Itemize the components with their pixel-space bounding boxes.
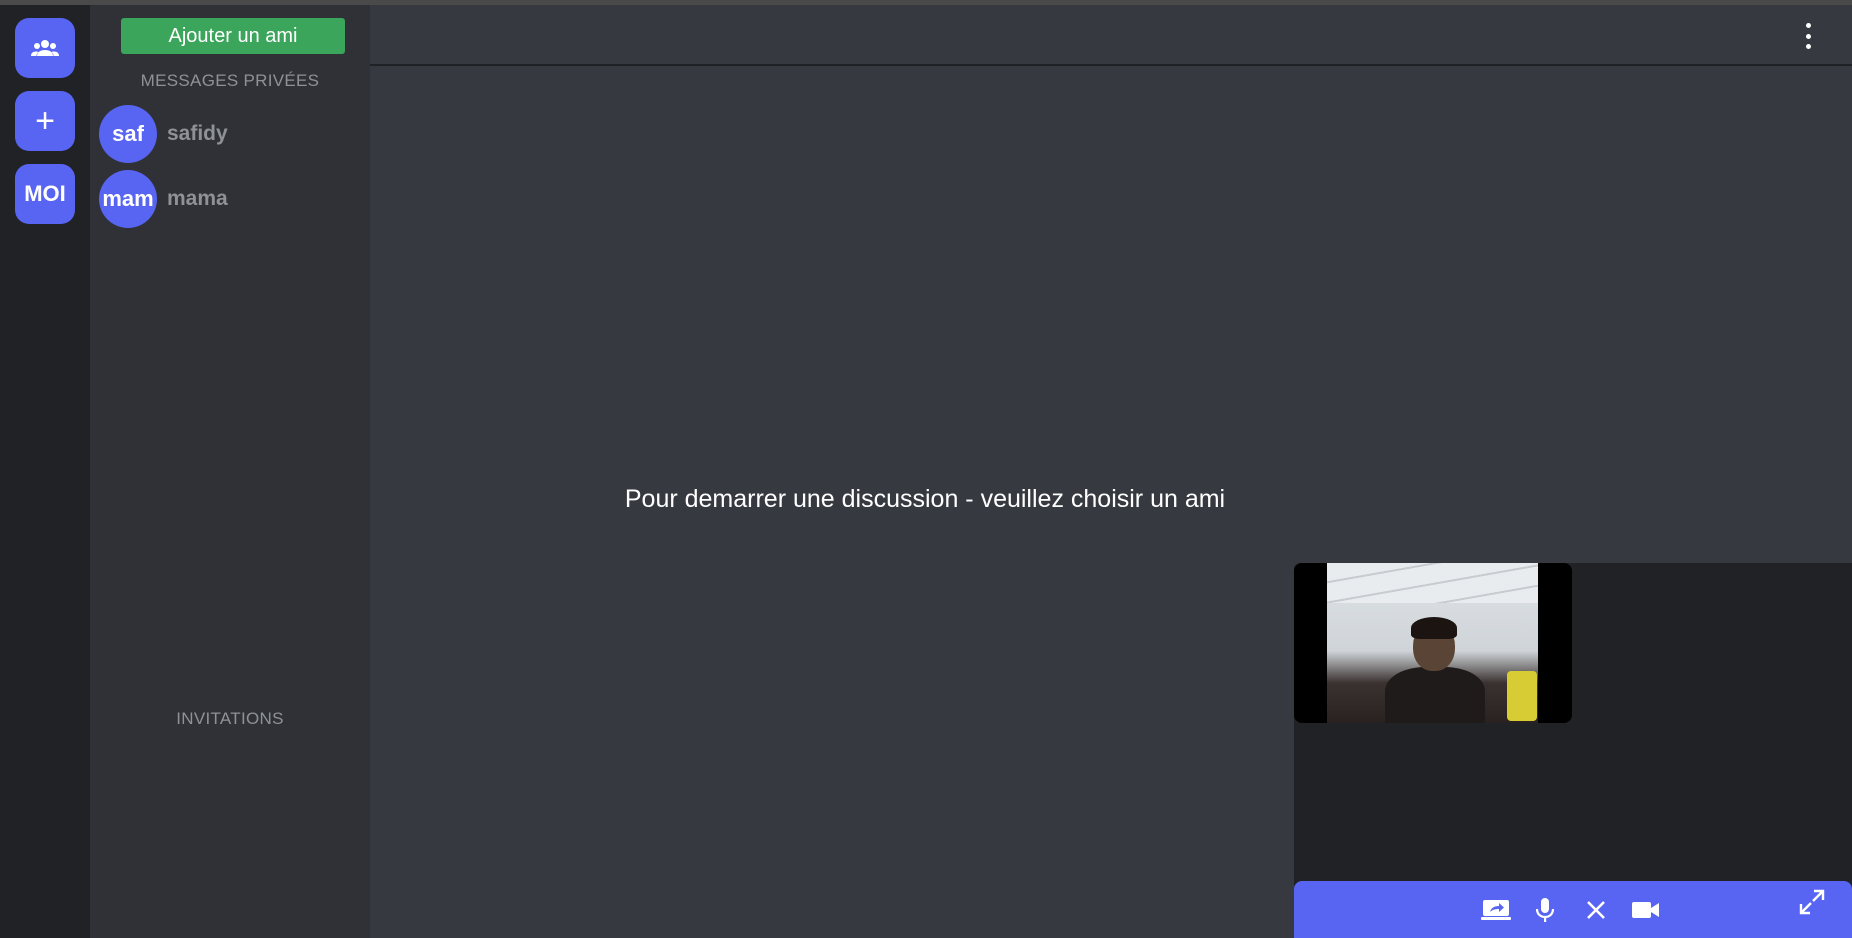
- direct-messages-panel: Ajouter un ami MESSAGES PRIVÉES saf safi…: [90, 5, 370, 938]
- feed-ceiling: [1327, 563, 1538, 603]
- plus-icon: +: [35, 101, 55, 140]
- microphone-icon: [1535, 898, 1555, 922]
- feed-person-body: [1385, 667, 1485, 723]
- avatar: mam: [99, 170, 157, 228]
- dm-item-name: safidy: [167, 122, 228, 145]
- menu-dot: [1805, 33, 1811, 39]
- feed-yellow-bag: [1507, 671, 1537, 721]
- hang-up-button[interactable]: [1580, 895, 1612, 925]
- camera-feed-image: [1327, 563, 1538, 723]
- main-header: [370, 5, 1852, 66]
- camera-icon: [1632, 902, 1659, 918]
- screen-share-button[interactable]: [1480, 895, 1512, 925]
- app-window: + MOI Ajouter un ami MESSAGES PRIVÉES sa…: [0, 0, 1852, 938]
- empty-state-message: Pour demarrer une discussion - veuillez …: [624, 485, 1226, 513]
- fullscreen-icon: [1799, 889, 1825, 915]
- video-preview: [1294, 563, 1572, 723]
- menu-dot: [1805, 44, 1811, 49]
- dm-item-safidy[interactable]: saf safidy: [99, 105, 228, 163]
- profile-label: MOI: [24, 181, 66, 206]
- people-group-icon: [31, 40, 59, 56]
- avatar: saf: [99, 105, 157, 163]
- add-server-button[interactable]: +: [15, 91, 75, 151]
- hang-up-icon: [1587, 901, 1605, 919]
- dm-item-mama[interactable]: mam mama: [99, 170, 228, 228]
- profile-button[interactable]: MOI: [15, 164, 75, 224]
- add-friend-button[interactable]: Ajouter un ami: [121, 18, 345, 54]
- friends-button[interactable]: [15, 18, 75, 78]
- call-controls-bar: [1294, 881, 1852, 938]
- kebab-menu-icon[interactable]: [1802, 23, 1814, 49]
- invitations-heading: INVITATIONS: [176, 709, 284, 728]
- menu-dot: [1805, 23, 1811, 28]
- dm-item-name: mama: [167, 187, 228, 210]
- feed-person-hair: [1411, 617, 1457, 639]
- microphone-button[interactable]: [1529, 895, 1561, 925]
- camera-button[interactable]: [1630, 895, 1662, 925]
- private-messages-heading: MESSAGES PRIVÉES: [140, 71, 320, 90]
- screen-share-icon: [1481, 900, 1511, 920]
- fullscreen-button[interactable]: [1796, 887, 1828, 917]
- server-rail: + MOI: [0, 5, 90, 938]
- call-panel: [1294, 563, 1852, 938]
